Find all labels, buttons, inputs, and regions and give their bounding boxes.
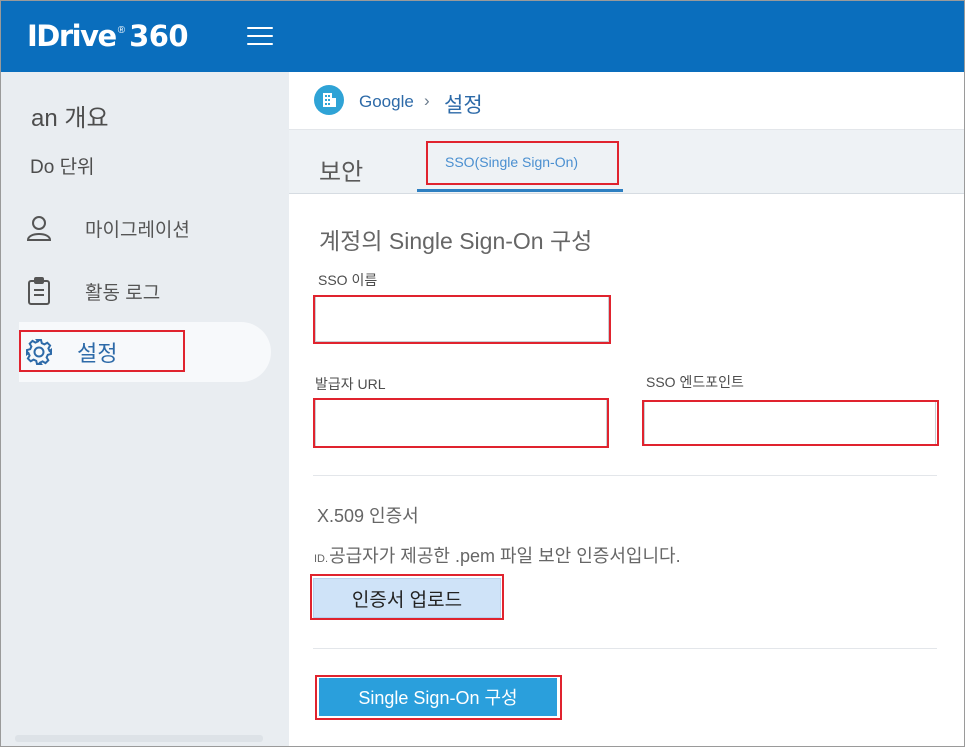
breadcrumb-current: 설정 [444,94,483,117]
logo-text: IDrive [27,19,117,53]
sidebar-heading-units[interactable]: Do 단위 [30,152,95,179]
clipboard-icon [23,275,55,307]
top-bar: IDrive ® 360 [1,1,964,72]
sidebar: an 개요 Do 단위 마이그레이션 활동 로그 설정 [1,72,289,746]
section-title: 계정의 Single Sign-On 구성 [319,228,593,254]
sidebar-item-label: 활동 로그 [85,282,161,304]
hamburger-menu-icon[interactable] [247,26,273,46]
divider [313,648,937,649]
certificate-title: X.509 인증서 [317,506,419,526]
sso-endpoint-label: SSO 엔드포인트 [646,374,744,390]
sidebar-item-label: 마이그레이션 [85,219,190,241]
logo-registered: ® [117,24,126,36]
sidebar-item-label: 설정 [77,341,118,366]
tab-bar: 보안 SSO(Single Sign-On) [289,130,964,194]
app-window: IDrive ® 360 an 개요 Do 단위 마이그레이션 활동 로그 설정… [0,0,965,747]
logo-number: 360 [129,19,189,53]
idrive-logo[interactable]: IDrive ® 360 [27,15,189,57]
configure-sso-button[interactable]: Single Sign-On 구성 [319,678,557,716]
breadcrumb-separator: › [424,91,430,110]
breadcrumb-link-google[interactable]: Google [359,92,414,112]
sidebar-item-settings[interactable]: 설정 [19,322,271,382]
building-icon [314,85,344,115]
issuer-url-input[interactable] [315,399,607,447]
certificate-desc-text: 공급자가 제공한 .pem 파일 보안 인증서입니다. [329,546,681,566]
divider [313,475,937,476]
gear-icon [23,336,55,368]
sidebar-item-activity-log[interactable]: 활동 로그 [19,261,271,321]
certificate-desc-prefix: ID. [314,553,329,565]
tab-sso-label: SSO(Single Sign-On) [445,154,579,170]
user-icon [23,212,55,244]
issuer-url-label: 발급자 URL [315,376,386,392]
breadcrumb: Google › 설정 [289,72,964,130]
sidebar-item-migration[interactable]: 마이그레이션 [19,198,271,258]
main-content: Google › 설정 보안 SSO(Single Sign-On) 계정의 S… [289,72,964,746]
certificate-description: ID.공급자가 제공한 .pem 파일 보안 인증서입니다. [314,542,681,568]
tab-security[interactable]: 보안 [319,152,363,187]
sidebar-scrollbar[interactable] [15,735,263,742]
sso-name-label: SSO 이름 [318,272,378,288]
sidebar-heading-overview[interactable]: an 개요 [31,98,109,133]
tab-sso[interactable]: SSO(Single Sign-On) [417,142,623,192]
sso-name-input[interactable] [315,296,609,342]
upload-certificate-button[interactable]: 인증서 업로드 [313,578,501,618]
sso-endpoint-input[interactable] [644,401,936,445]
